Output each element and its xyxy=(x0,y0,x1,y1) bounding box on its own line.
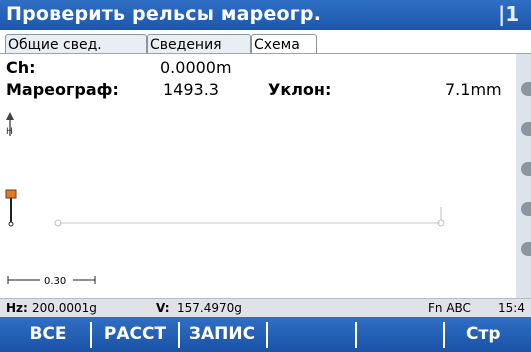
instrument-pole-icon xyxy=(5,189,17,227)
status-bar: Hz: 200.0001g V: 157.4970g Fn ABC 15:4 xyxy=(0,298,531,317)
tab-general[interactable]: Общие свед. xyxy=(5,34,147,55)
side-indicator-1 xyxy=(521,82,531,96)
softkey-page[interactable]: Стр xyxy=(466,317,530,352)
softkey-divider xyxy=(266,322,268,348)
softkey-divider xyxy=(355,322,357,348)
clock: 15:4 xyxy=(498,301,525,315)
softkey-bar: ВСЕ РАССТ ЗАПИС Стр xyxy=(0,317,531,352)
title-indicator: |1 xyxy=(498,2,520,26)
rail-diagram: H 0.30 xyxy=(5,112,445,287)
scale-label: 0.30 xyxy=(44,276,66,287)
right-edge-panel xyxy=(516,54,531,298)
softkey-distance[interactable]: РАССТ xyxy=(93,317,177,352)
softkey-4[interactable] xyxy=(269,317,353,352)
tab-details[interactable]: Сведения xyxy=(147,34,251,55)
v-label: V: xyxy=(156,301,170,315)
title-bar: Проверить рельсы мареогр. |1 xyxy=(0,0,531,30)
softkey-divider xyxy=(443,322,445,348)
v-value: 157.4970g xyxy=(177,301,242,315)
hz-value: 200.0001g xyxy=(32,301,97,315)
app-title: Проверить рельсы мареогр. xyxy=(6,3,322,25)
side-indicator-4 xyxy=(521,202,531,216)
scheme-panel: Ch: 0.0000m Мареограф: 1493.3 Уклон: 7.1… xyxy=(0,54,516,298)
side-indicator-2 xyxy=(521,122,531,136)
softkey-5[interactable] xyxy=(358,317,442,352)
input-mode: Fn ABC xyxy=(428,301,471,315)
hz-label: Hz: xyxy=(6,301,28,315)
h-axis-label: H xyxy=(6,127,13,137)
softkey-record[interactable]: ЗАПИС xyxy=(180,317,264,352)
softkey-divider xyxy=(90,322,92,348)
side-indicator-5 xyxy=(521,242,531,256)
softkey-all[interactable]: ВСЕ xyxy=(6,317,90,352)
side-indicator-3 xyxy=(521,162,531,176)
